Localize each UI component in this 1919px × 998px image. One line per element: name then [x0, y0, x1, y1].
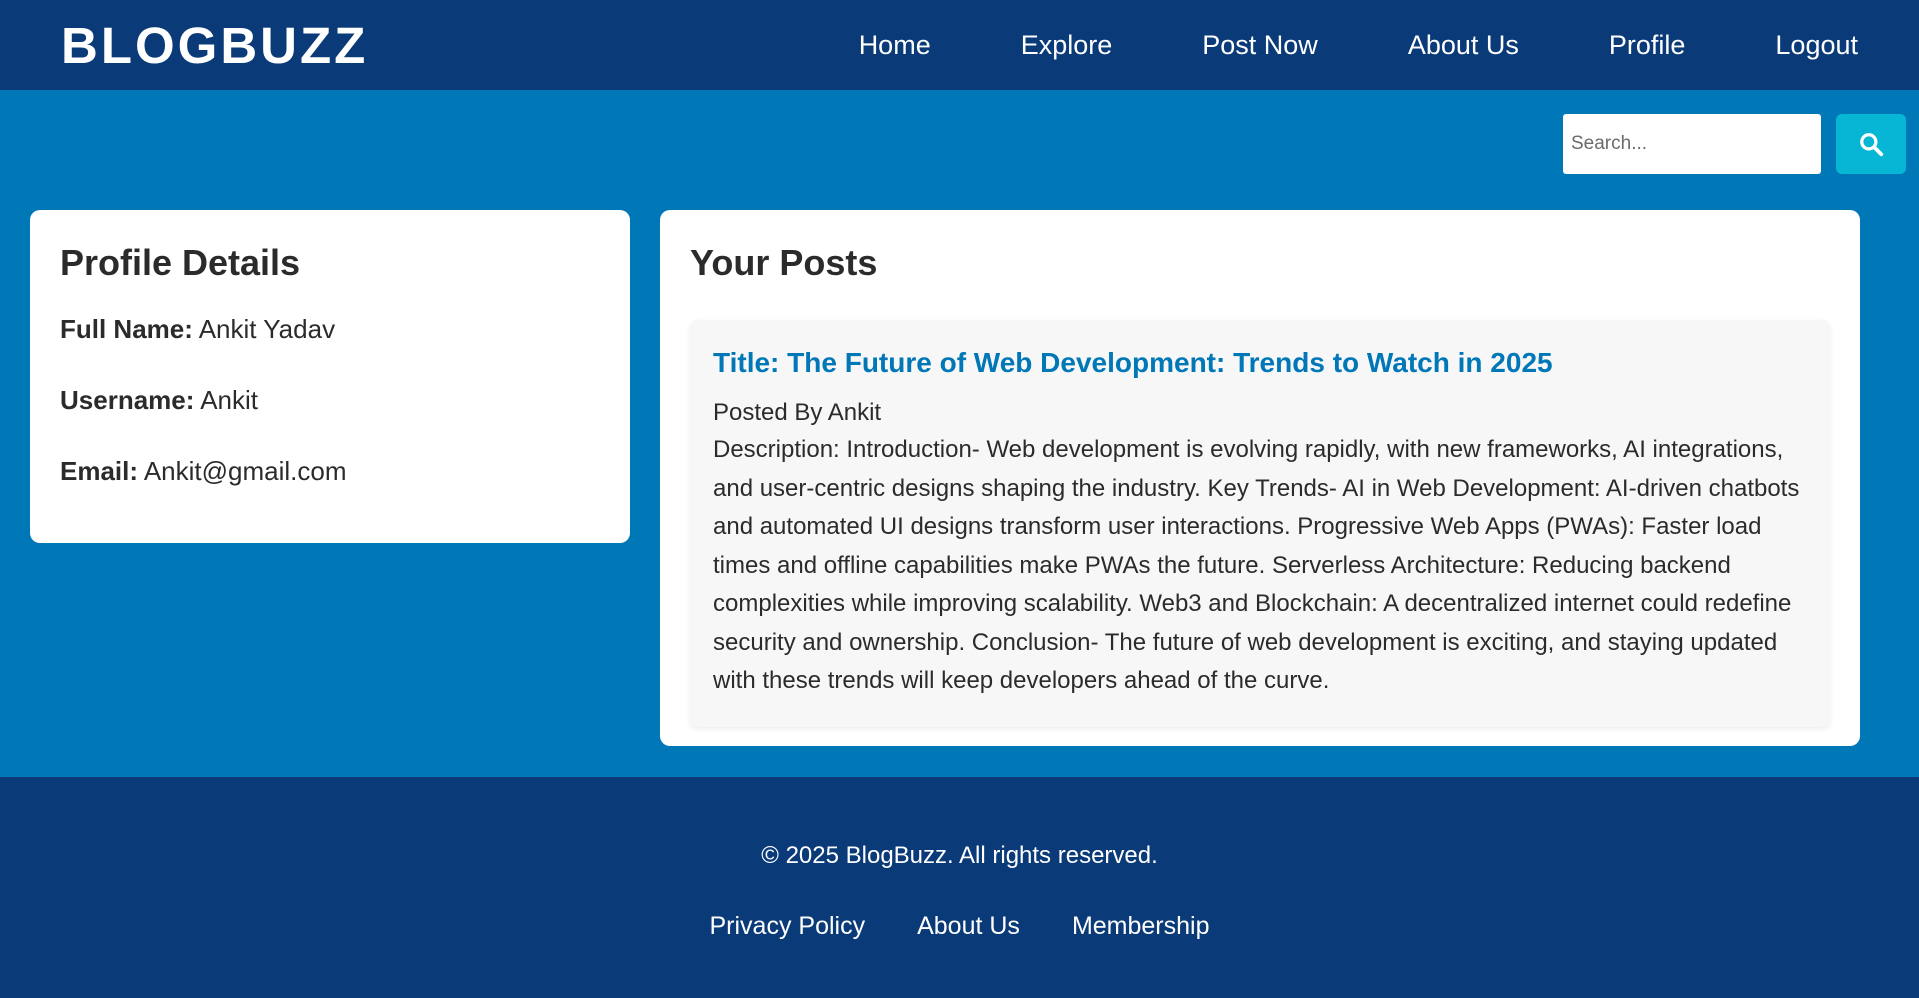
post-item: Title: The Future of Web Development: Tr… [690, 320, 1830, 727]
nav-logout-link[interactable]: Logout [1775, 30, 1858, 61]
main-nav: Home Explore Post Now About Us Profile L… [769, 30, 1858, 61]
profile-details-card: Profile Details Full Name: Ankit Yadav U… [30, 210, 630, 543]
main-content: Profile Details Full Name: Ankit Yadav U… [0, 210, 1919, 777]
search-bar [0, 90, 1919, 210]
search-icon [1860, 133, 1884, 157]
your-posts-title: Your Posts [690, 242, 878, 283]
nav-post-now-link[interactable]: Post Now [1202, 30, 1318, 61]
email-label: Email: [60, 456, 139, 486]
full-name-label: Full Name: [60, 314, 193, 344]
post-title-link[interactable]: Title: The Future of Web Development: Tr… [713, 347, 1807, 379]
nav-explore-link[interactable]: Explore [1021, 30, 1113, 61]
email-row: Email: Ankit@gmail.com [60, 456, 600, 487]
footer-links: Privacy Policy About Us Membership [0, 912, 1919, 941]
username-label: Username: [60, 385, 195, 415]
nav-home-link[interactable]: Home [859, 30, 931, 61]
email-value: Ankit@gmail.com [143, 456, 347, 486]
nav-profile-link[interactable]: Profile [1609, 30, 1686, 61]
nav-about-us-link[interactable]: About Us [1408, 30, 1519, 61]
site-footer: © 2025 BlogBuzz. All rights reserved. Pr… [0, 777, 1919, 998]
top-navbar: BLOGBUZZ Home Explore Post Now About Us … [0, 0, 1919, 90]
full-name-value: Ankit Yadav [198, 314, 336, 344]
full-name-row: Full Name: Ankit Yadav [60, 314, 600, 345]
username-row: Username: Ankit [60, 385, 600, 416]
post-author: Posted By Ankit [713, 399, 882, 426]
footer-about-us-link[interactable]: About Us [917, 912, 1020, 941]
your-posts-card: Your Posts Title: The Future of Web Deve… [660, 210, 1860, 746]
profile-details-title: Profile Details [60, 242, 301, 283]
username-value: Ankit [200, 385, 259, 415]
footer-privacy-policy-link[interactable]: Privacy Policy [710, 912, 866, 941]
footer-membership-link[interactable]: Membership [1072, 912, 1210, 941]
post-description: Description: Introduction- Web developme… [713, 436, 1800, 694]
footer-copyright: © 2025 BlogBuzz. All rights reserved. [761, 842, 1158, 869]
search-button[interactable] [1836, 114, 1906, 174]
site-logo[interactable]: BLOGBUZZ [61, 16, 368, 75]
search-input[interactable] [1563, 114, 1821, 174]
